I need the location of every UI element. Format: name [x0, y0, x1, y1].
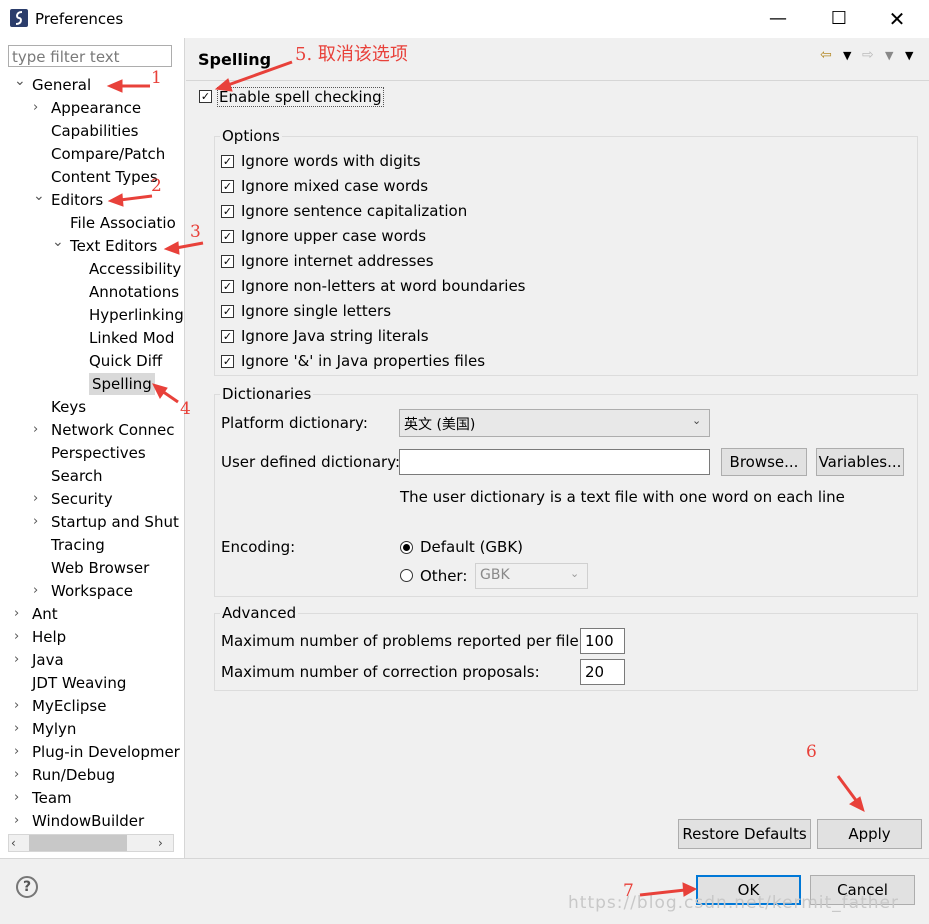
annotation-2: 2 — [151, 176, 162, 196]
annotation-arrows — [106, 60, 865, 897]
annotation-7: 7 — [623, 881, 634, 901]
annotation-4: 4 — [180, 399, 191, 419]
annotation-5: 5. 取消该选项 — [295, 44, 408, 65]
annotation-1: 1 — [151, 68, 162, 88]
annotation-6: 6 — [806, 742, 817, 762]
annotation-3: 3 — [190, 222, 201, 242]
